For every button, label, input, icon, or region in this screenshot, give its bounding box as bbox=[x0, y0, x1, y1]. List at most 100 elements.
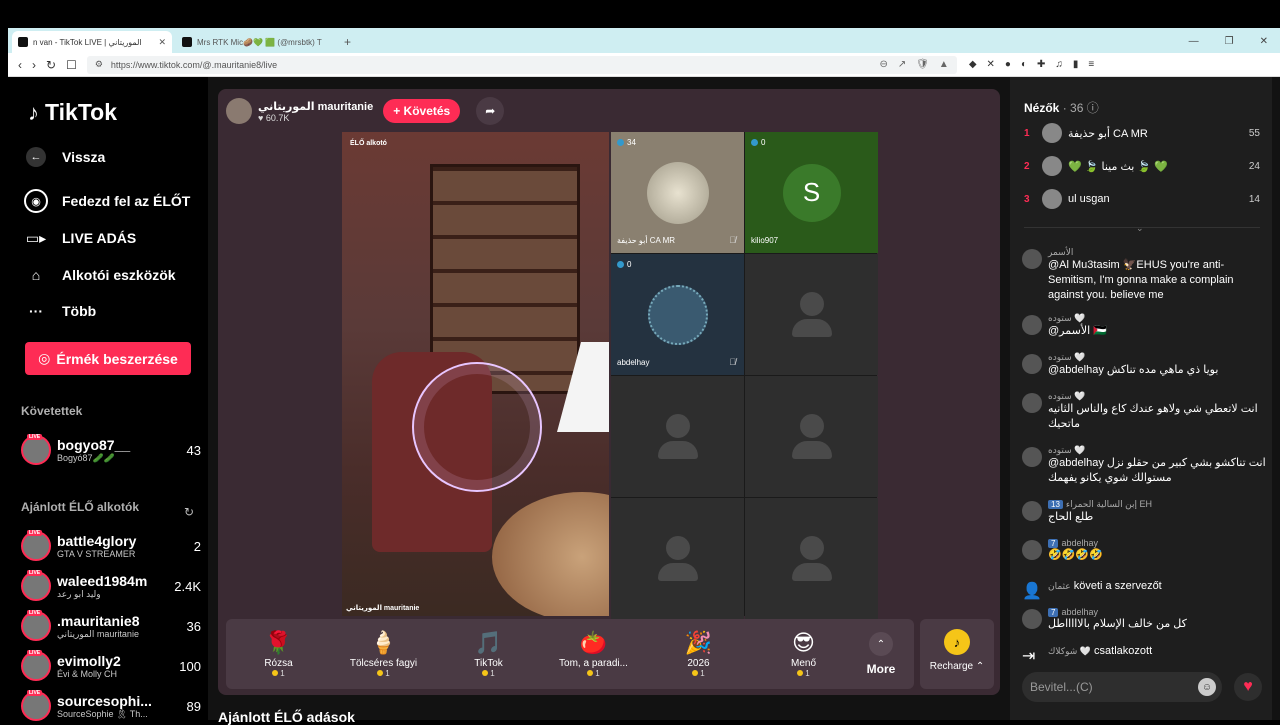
chat-user[interactable]: ستوده 🤍 bbox=[1048, 391, 1266, 402]
tiktok-note-icon: ♪ bbox=[28, 99, 39, 125]
nav-label: LIVE ADÁS bbox=[62, 230, 137, 246]
gift-rose[interactable]: 🌹 Rózsa 1 bbox=[226, 630, 331, 678]
guest-tile[interactable]: S 0 kilio907 bbox=[745, 132, 878, 253]
gift-2026[interactable]: 🎉 2026 1 bbox=[646, 630, 751, 678]
guest-avatar: S bbox=[782, 163, 841, 222]
browser-tab-active[interactable]: n van - TikTok LIVE | الموريتاني ✕ bbox=[12, 31, 172, 53]
avatar bbox=[1022, 249, 1042, 269]
guest-name: abdelhay bbox=[617, 358, 650, 367]
chat-input[interactable]: Bevitel...(C) ☺ bbox=[1022, 672, 1222, 702]
chat-text: 🤣🤣🤣🤣 bbox=[1048, 549, 1103, 561]
creator-name: evimolly2 bbox=[57, 653, 121, 669]
extension-icon[interactable]: ● bbox=[1005, 59, 1011, 70]
explore-icon: ◉ bbox=[24, 189, 48, 213]
recommended-item[interactable]: LIVE evimolly2 Évi & Molly CH 100 bbox=[21, 649, 201, 683]
avatar bbox=[1022, 393, 1042, 413]
reload-icon[interactable]: ↻ bbox=[46, 58, 56, 72]
chat-user[interactable]: عثمان bbox=[1048, 581, 1071, 591]
chat-user[interactable]: إبن السالية الحمراء EH bbox=[1066, 499, 1152, 509]
tiktok-favicon-icon bbox=[18, 37, 28, 47]
minimize-icon[interactable]: — bbox=[1189, 36, 1199, 47]
nav-explore-live[interactable]: ◉ Fedezd fel az ÉLŐT bbox=[24, 189, 204, 213]
top-viewer[interactable]: 2 💚 🍃 بث مينا 🍃 💚 24 bbox=[1024, 156, 1260, 176]
host-avatar[interactable] bbox=[226, 98, 252, 124]
gift-tiktok[interactable]: 🎵 TikTok 1 bbox=[436, 630, 541, 678]
host-label: ÉLŐ alkotó bbox=[350, 140, 387, 147]
guest-tile[interactable]: 34 أبو حذيفة CA MR 🎙̸ bbox=[611, 132, 744, 253]
close-tab-icon[interactable]: ✕ bbox=[158, 37, 166, 48]
close-window-icon[interactable]: ✕ bbox=[1260, 36, 1268, 47]
browser-tab[interactable]: Mrs RTK Mic🥔💚 🟩 (@mrsbtk) T bbox=[176, 31, 336, 53]
extension-icon[interactable]: ✕ bbox=[987, 59, 995, 70]
zoom-icon[interactable]: ⊖ bbox=[879, 59, 887, 70]
gift-tom[interactable]: 🍅 Tom, a paradi... 1 bbox=[541, 630, 646, 678]
sidebar-toggle-icon[interactable]: ▮ bbox=[1073, 59, 1079, 70]
gift-price: 1 bbox=[436, 669, 541, 678]
rewards-icon[interactable]: ▲ bbox=[939, 59, 949, 70]
music-icon[interactable]: ♫ bbox=[1055, 59, 1063, 70]
viewers-count: · 36 bbox=[1062, 101, 1084, 115]
chat-user[interactable]: شوكلاك 🤍 bbox=[1048, 646, 1091, 656]
top-viewer[interactable]: 1 أبو حذيفة CA MR 55 bbox=[1024, 123, 1260, 143]
gift-ice-cream[interactable]: 🍦 Tölcséres fagyi 1 bbox=[331, 630, 436, 678]
shield-icon[interactable]: 🛡 bbox=[916, 59, 929, 70]
recommended-item[interactable]: LIVE sourcesophi... SourceSophie 🎗 Th... … bbox=[21, 689, 201, 723]
bookmark-icon[interactable]: ☐ bbox=[66, 58, 77, 72]
chat-user[interactable]: ستوده 🤍 bbox=[1048, 352, 1218, 363]
tiktok-logo[interactable]: ♪ TikTok bbox=[28, 99, 117, 126]
extension-icon[interactable]: ◐ bbox=[1021, 59, 1027, 70]
chevron-down-icon[interactable]: ⌄ bbox=[1136, 223, 1144, 234]
person-placeholder-icon bbox=[657, 535, 698, 582]
nav-creator-tools[interactable]: ⌂ Alkotói eszközök bbox=[24, 263, 204, 287]
puzzle-icon[interactable]: ✚ bbox=[1037, 59, 1045, 70]
recommended-item[interactable]: LIVE battle4glory GTA V STREAMER 2 bbox=[21, 529, 201, 563]
host-name[interactable]: الموريتاني mauritanie bbox=[258, 100, 373, 113]
new-tab-button[interactable]: + bbox=[344, 35, 351, 49]
chat-user[interactable]: abdelhay bbox=[1061, 607, 1098, 617]
maximize-icon[interactable]: ❐ bbox=[1225, 36, 1234, 47]
more-gifts-button[interactable]: ⌃ More bbox=[856, 632, 906, 676]
following-item[interactable]: LIVE bogyo87__ Bogyó87🥒🥒 43 bbox=[21, 433, 201, 467]
tab-label: Mrs RTK Mic🥔💚 🟩 (@mrsbtk) T bbox=[197, 37, 322, 47]
empty-seat[interactable] bbox=[611, 498, 744, 619]
like-heart-icon[interactable]: ♥ bbox=[1234, 673, 1262, 701]
recharge-button[interactable]: ♪ Recharge ⌃ bbox=[920, 619, 994, 689]
chat-text: @Al Mu3tasim 🦅EHUS you're anti-Semitism,… bbox=[1048, 259, 1234, 301]
empty-seat[interactable] bbox=[745, 254, 878, 375]
chat-user[interactable]: abdelhay bbox=[1061, 538, 1098, 548]
main-video[interactable]: ÉLŐ alkotó الموريتاني mauritanie bbox=[342, 132, 609, 616]
back-icon[interactable]: ‹ bbox=[18, 58, 22, 72]
menu-icon[interactable]: ≡ bbox=[1088, 59, 1094, 70]
refresh-icon[interactable]: ↻ bbox=[184, 505, 194, 519]
chat-user[interactable]: ستوده 🤍 bbox=[1048, 445, 1266, 456]
gift-price: 1 bbox=[541, 669, 646, 678]
nav-live-broadcast[interactable]: ▭▸ LIVE ADÁS bbox=[24, 226, 204, 250]
recommended-item[interactable]: LIVE .mauritanie8 الموريتاني mauritanie 3… bbox=[21, 609, 201, 643]
empty-seat[interactable] bbox=[745, 376, 878, 497]
chat-message: ستوده 🤍 @abdelhay بويا ذي ماهي مده تناكش bbox=[1022, 352, 1266, 378]
viewers-title: Nézők bbox=[1024, 101, 1060, 115]
nav-more[interactable]: ··· Több bbox=[24, 299, 204, 323]
recommended-creators-title: Ajánlott ÉLŐ alkotók bbox=[21, 500, 140, 514]
help-icon[interactable]: ⓘ bbox=[1087, 101, 1099, 115]
url-field[interactable]: ⚙ https://www.tiktok.com/@.mauritanie8/l… bbox=[86, 55, 957, 74]
get-coins-button[interactable]: ◎ Érmék beszerzése bbox=[25, 342, 191, 375]
guest-tile[interactable]: 0 abdelhay 🎙̸ bbox=[611, 254, 744, 375]
share-icon[interactable]: ↗ bbox=[898, 59, 906, 70]
empty-seat[interactable] bbox=[611, 376, 744, 497]
chat-user[interactable]: ستوده 🤍 bbox=[1048, 313, 1107, 324]
emoji-icon[interactable]: ☺ bbox=[1198, 678, 1216, 696]
top-viewer[interactable]: 3 ul usgan 14 bbox=[1024, 189, 1260, 209]
empty-seat[interactable] bbox=[745, 498, 878, 619]
share-icon[interactable]: ➦ bbox=[476, 97, 505, 125]
get-coins-label: Érmék beszerzése bbox=[56, 350, 178, 367]
nav-back[interactable]: ← Vissza bbox=[24, 145, 204, 169]
site-info-icon[interactable]: ⚙ bbox=[95, 59, 103, 70]
gift-cool[interactable]: 😎 Menő 1 bbox=[751, 630, 856, 678]
extension-icon[interactable]: ◆ bbox=[969, 59, 977, 70]
viewers-header[interactable]: Nézők · 36 ⓘ bbox=[1024, 99, 1099, 116]
recommended-item[interactable]: LIVE waleed1984m وليد ابو رعد 2.4K bbox=[21, 569, 201, 603]
follow-button[interactable]: + Követés bbox=[383, 99, 461, 123]
chat-user[interactable]: الأسمر bbox=[1048, 247, 1266, 258]
forward-icon[interactable]: › bbox=[32, 58, 36, 72]
